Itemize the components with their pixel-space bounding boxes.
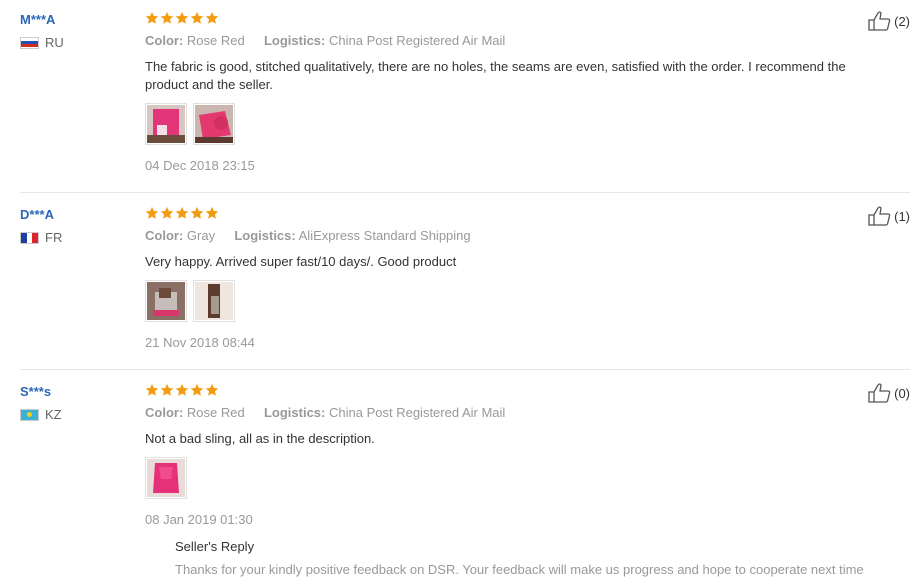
reviewer-country: RU bbox=[20, 35, 135, 50]
helpful-count: (2) bbox=[894, 13, 910, 29]
star-icon bbox=[175, 206, 189, 219]
star-icon bbox=[175, 383, 189, 396]
review-text: Not a bad sling, all as in the descripti… bbox=[145, 431, 375, 446]
review-body: Color: Rose Red Logistics: China Post Re… bbox=[145, 380, 864, 577]
logistics-value: AliExpress Standard Shipping bbox=[298, 228, 471, 243]
star-icon bbox=[190, 11, 204, 24]
star-rating bbox=[145, 383, 785, 399]
logistics-value: China Post Registered Air Mail bbox=[329, 33, 506, 48]
review-text: Very happy. Arrived super fast/10 days/.… bbox=[145, 254, 457, 269]
helpful-button[interactable]: (0) bbox=[868, 383, 910, 403]
star-icon bbox=[145, 11, 159, 24]
review-date: 04 Dec 2018 23:15 bbox=[145, 158, 255, 173]
review-item: M***A RU Color: Rose Red Logistics: Chin… bbox=[20, 8, 910, 193]
russia-flag-icon bbox=[20, 36, 39, 49]
reviewer-country: KZ bbox=[20, 407, 135, 422]
country-code: FR bbox=[45, 230, 63, 245]
kazakhstan-flag-icon bbox=[20, 408, 39, 421]
star-icon bbox=[190, 206, 204, 219]
reviewer-name[interactable]: D***A bbox=[20, 206, 135, 224]
review-date: 21 Nov 2018 08:44 bbox=[145, 335, 255, 350]
logistics-label: Logistics: bbox=[263, 405, 326, 420]
review-item: S***s KZ Color: Rose Red Logistics: Chin… bbox=[20, 380, 910, 587]
france-flag-icon bbox=[20, 231, 39, 244]
review-photo[interactable] bbox=[145, 457, 187, 499]
star-icon bbox=[190, 383, 204, 396]
logistics-value: China Post Registered Air Mail bbox=[329, 405, 506, 420]
review-item: D***A FR Color: Gray Logistics: AliExpre… bbox=[20, 203, 910, 370]
review-date: 08 Jan 2019 01:30 bbox=[145, 512, 253, 527]
review-photos bbox=[145, 457, 785, 499]
color-label: Color: bbox=[145, 228, 184, 243]
thumbs-up-icon bbox=[868, 206, 891, 226]
reviewer-info: M***A RU bbox=[20, 8, 135, 50]
review-photo[interactable] bbox=[145, 103, 187, 145]
reviewer-name[interactable]: M***A bbox=[20, 11, 135, 29]
reviewer-country: FR bbox=[20, 230, 135, 245]
review-text: The fabric is good, stitched qualitative… bbox=[145, 59, 846, 92]
review-photos bbox=[145, 103, 785, 145]
star-icon bbox=[205, 383, 219, 396]
helpful-button[interactable]: (1) bbox=[868, 206, 910, 226]
logistics-label: Logistics: bbox=[263, 33, 326, 48]
review-photos bbox=[145, 280, 785, 322]
country-code: RU bbox=[45, 35, 64, 50]
star-icon bbox=[145, 206, 159, 219]
order-info: Color: Rose Red Logistics: China Post Re… bbox=[145, 32, 785, 50]
reviewer-info: S***s KZ bbox=[20, 380, 135, 422]
helpful-button[interactable]: (2) bbox=[868, 11, 910, 31]
seller-reply-text: Thanks for your kindly positive feedback… bbox=[175, 562, 864, 577]
thumbs-up-icon bbox=[868, 11, 891, 31]
color-value: Rose Red bbox=[186, 33, 245, 48]
helpful-count: (0) bbox=[894, 385, 910, 401]
star-rating bbox=[145, 206, 785, 222]
star-icon bbox=[205, 206, 219, 219]
seller-reply: Seller's Reply Thanks for your kindly po… bbox=[175, 539, 864, 577]
helpful-count: (1) bbox=[894, 208, 910, 224]
color-value: Gray bbox=[186, 228, 216, 243]
star-rating bbox=[145, 11, 785, 27]
logistics-label: Logistics: bbox=[234, 228, 296, 243]
order-info: Color: Gray Logistics: AliExpress Standa… bbox=[145, 227, 785, 245]
seller-reply-title: Seller's Reply bbox=[175, 539, 255, 554]
star-icon bbox=[145, 383, 159, 396]
country-code: KZ bbox=[45, 407, 62, 422]
color-label: Color: bbox=[145, 33, 184, 48]
reviewer-info: D***A FR bbox=[20, 203, 135, 245]
order-info: Color: Rose Red Logistics: China Post Re… bbox=[145, 404, 785, 422]
reviewer-name[interactable]: S***s bbox=[20, 383, 135, 401]
color-value: Rose Red bbox=[186, 405, 245, 420]
review-body: Color: Gray Logistics: AliExpress Standa… bbox=[145, 203, 785, 350]
star-icon bbox=[160, 383, 174, 396]
review-photo[interactable] bbox=[193, 103, 235, 145]
star-icon bbox=[175, 11, 189, 24]
review-photo[interactable] bbox=[193, 280, 235, 322]
color-label: Color: bbox=[145, 405, 184, 420]
star-icon bbox=[160, 11, 174, 24]
star-icon bbox=[160, 206, 174, 219]
thumbs-up-icon bbox=[868, 383, 891, 403]
star-icon bbox=[205, 11, 219, 24]
review-body: Color: Rose Red Logistics: China Post Re… bbox=[145, 8, 846, 173]
review-photo[interactable] bbox=[145, 280, 187, 322]
